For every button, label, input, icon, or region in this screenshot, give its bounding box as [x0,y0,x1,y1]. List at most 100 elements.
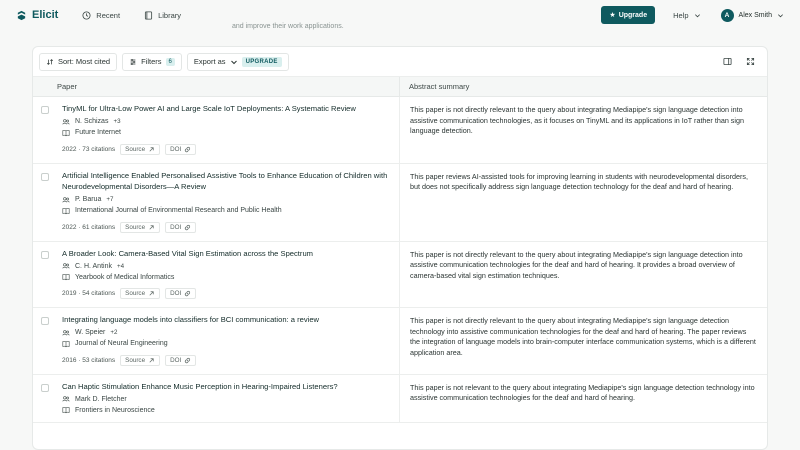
link-icon [185,146,191,152]
journal-name: Yearbook of Medical Informatics [75,273,175,281]
more-authors[interactable]: +4 [117,263,124,270]
row-checkbox[interactable] [41,106,49,114]
book-icon [145,10,153,20]
results-panel: Sort: Most cited Filters 6 Export as UPG… [32,46,768,450]
year-citations: 2019 · 54 citations [62,290,116,297]
source-link[interactable]: Source [120,143,161,155]
abstract-summary: This paper is not relevant to the query … [410,382,755,403]
year-citations: 2022 · 61 citations [62,223,116,231]
paper-cell: Integrating language models into classif… [57,308,400,374]
top-nav: Elicit Recent Library ★ Upgrade Help A A… [0,0,800,30]
filters-button[interactable]: Filters 6 [122,52,182,71]
users-icon [62,329,70,335]
filters-count-badge: 6 [165,57,175,66]
paper-title[interactable]: Integrating language models into classif… [62,314,391,326]
paper-authors: W. Speier +2 [62,329,391,337]
export-button[interactable]: Export as UPGRADE [186,52,289,71]
doi-label: DOI [170,223,182,231]
doi-label: DOI [170,145,182,153]
paper-title[interactable]: A Broader Look: Camera-Based Vital Sign … [62,248,391,260]
table-row[interactable]: Integrating language models into classif… [33,308,767,375]
column-header-paper[interactable]: Paper [57,77,400,96]
help-label: Help [673,10,689,20]
source-label: Source [125,145,146,153]
doi-link[interactable]: DOI [165,221,197,233]
users-icon [62,263,70,269]
source-link[interactable]: Source [120,221,161,233]
upgrade-label: Upgrade [618,11,648,19]
journal-name: Future Internet [75,129,121,136]
journal-icon [62,274,70,281]
column-header-abstract[interactable]: Abstract summary [400,77,767,96]
nav-library-label: Library [158,10,181,20]
clock-icon [82,10,91,20]
results-toolbar: Sort: Most cited Filters 6 Export as UPG… [33,47,767,77]
paper-journal: Yearbook of Medical Informatics [62,273,391,281]
abstract-summary: This paper is not directly relevant to t… [410,249,743,280]
more-authors[interactable]: +2 [110,329,117,336]
paper-cell: A Broader Look: Camera-Based Vital Sign … [57,241,400,307]
chevron-down-icon [694,13,700,17]
table-row[interactable]: Artificial Intelligence Enabled Personal… [33,163,767,242]
source-label: Source [125,223,146,231]
paper-journal: Frontiers in Neuroscience [62,406,391,414]
brand-logo[interactable]: Elicit [16,9,58,21]
doi-label: DOI [170,356,182,364]
more-authors[interactable]: +7 [106,196,113,203]
source-link[interactable]: Source [120,288,161,299]
paper-title[interactable]: TinyML for Ultra-Low Power AI and Large … [62,103,391,115]
doi-link[interactable]: DOI [165,288,197,299]
more-authors[interactable]: +3 [113,118,120,125]
upgrade-button[interactable]: ★ Upgrade [601,6,656,24]
journal-icon [62,129,70,136]
source-label: Source [125,356,146,364]
table-row[interactable]: TinyML for Ultra-Low Power AI and Large … [33,97,767,164]
table-row[interactable]: Can Haptic Stimulation Enhance Music Per… [33,374,767,423]
doi-link[interactable]: DOI [165,354,197,366]
journal-icon [62,407,70,414]
row-checkbox[interactable] [41,172,49,181]
journal-name: International Journal of Environmental R… [75,207,282,214]
help-menu[interactable]: Help [673,11,700,20]
paper-footer: 2016 · 53 citations Source DOI [62,354,391,366]
chevron-down-icon [230,60,237,64]
row-checkbox[interactable] [41,317,49,325]
nav-recent-label: Recent [96,10,121,20]
paper-footer: 2019 · 54 citations Source DOI [62,288,391,299]
abstract-summary: This paper is not directly relevant to t… [410,316,756,357]
nav-library[interactable]: Library [144,11,181,20]
query-text-partial: and improve their work applications. [232,23,344,30]
doi-link[interactable]: DOI [165,143,197,155]
sort-button[interactable]: Sort: Most cited [39,52,118,71]
external-link-icon [149,357,154,362]
filter-icon [130,58,136,65]
source-label: Source [125,290,146,297]
link-icon [185,224,191,230]
expand-icon[interactable] [746,57,755,66]
paper-title[interactable]: Artificial Intelligence Enabled Personal… [62,170,391,193]
sort-label: Sort: Most cited [58,57,111,66]
users-icon [62,196,70,202]
paper-author: P. Barua [75,196,102,203]
elicit-logo-icon [17,10,26,20]
paper-cell: TinyML for Ultra-Low Power AI and Large … [57,97,400,163]
filters-label: Filters [141,57,162,66]
paper-author: C. H. Antink [75,262,112,270]
paper-journal: Future Internet [62,129,391,137]
upgrade-tag: UPGRADE [241,56,282,67]
paper-cell: Artificial Intelligence Enabled Personal… [57,163,400,241]
table-row[interactable]: A Broader Look: Camera-Based Vital Sign … [33,241,767,308]
paper-authors: N. Schizas +3 [62,118,391,126]
paper-authors: P. Barua +7 [62,196,391,204]
source-link[interactable]: Source [120,354,161,366]
brand-name: Elicit [32,9,59,21]
table-header: Paper Abstract summary [33,77,767,97]
abstract-summary: This paper is not directly relevant to t… [410,105,744,136]
row-checkbox[interactable] [41,383,49,392]
chevron-down-icon [778,13,783,17]
sidebar-toggle-icon[interactable] [723,57,732,66]
nav-recent[interactable]: Recent [82,11,120,20]
paper-title[interactable]: Can Haptic Stimulation Enhance Music Per… [62,381,391,393]
user-menu[interactable]: A Alex Smith [720,8,784,22]
row-checkbox[interactable] [41,250,49,259]
